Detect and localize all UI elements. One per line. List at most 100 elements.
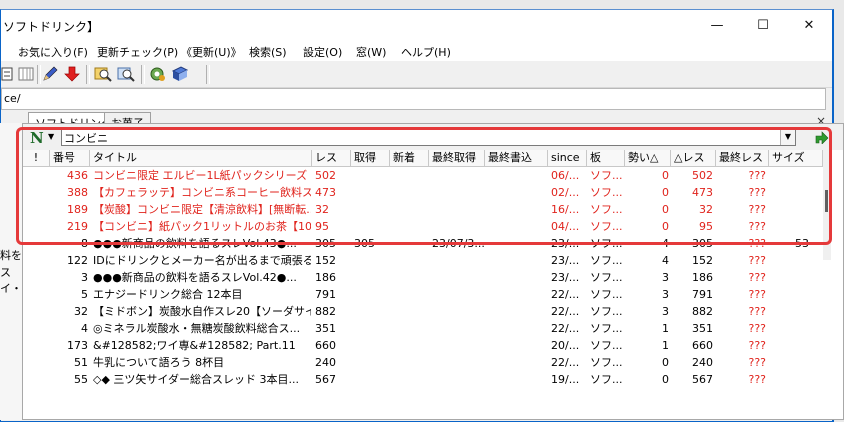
- minimize-button[interactable]: —: [694, 10, 740, 41]
- cell-pace: 0: [662, 373, 669, 386]
- cell-delta-res: 473: [692, 186, 713, 199]
- table-row[interactable]: 219 【コンビニ】紙パック1リットルのお茶【105円】 95 04/... ソフ...…: [23, 218, 823, 235]
- arrow-down-icon[interactable]: [63, 65, 81, 83]
- filter-dropdown-arrow[interactable]: ▼: [780, 129, 795, 145]
- menu-update-check[interactable]: 更新チェック(P): [97, 44, 178, 60]
- table-row[interactable]: 173 &#128582;ワイ専&#128582; Part.11 660 20/..…: [23, 337, 823, 354]
- filter-input[interactable]: コンビニ ▼: [61, 128, 796, 146]
- cell-board: ソフ...: [590, 271, 623, 284]
- cell-res: 305: [315, 237, 336, 250]
- cell-last-get: [432, 304, 484, 320]
- col-last-get[interactable]: 最終取得: [429, 150, 485, 166]
- col-title[interactable]: タイトル: [90, 150, 312, 166]
- cell-delta-res: 660: [692, 339, 713, 352]
- menu-window[interactable]: 窓(W): [356, 44, 386, 60]
- columns-icon[interactable]: [17, 65, 35, 83]
- cell-number: 173: [67, 339, 88, 352]
- cell-delta-res: 240: [692, 356, 713, 369]
- menu-bar: お気に入り(F) 更新チェック(P) 《更新(U)》 検索(S) 設定(O) 窓…: [1, 41, 832, 61]
- left-item-label[interactable]: スイ・: [0, 264, 22, 296]
- table-row[interactable]: 3 ●●●新商品の飲料を語るスレVol.42●... 186 23/... ソフ... 3…: [23, 269, 823, 286]
- cell-size: [769, 304, 809, 320]
- cell-number: 122: [67, 254, 88, 267]
- cell-get: [354, 219, 378, 235]
- cell-get: [354, 355, 378, 371]
- vertical-scrollbar[interactable]: [823, 150, 831, 260]
- cell-new: [393, 168, 417, 184]
- book-icon[interactable]: [171, 65, 189, 83]
- col-flag[interactable]: !: [23, 150, 50, 166]
- cell-get: [354, 304, 378, 320]
- cell-last-get: [432, 185, 484, 201]
- cell-get: [354, 270, 378, 286]
- cell-number: 189: [67, 203, 88, 216]
- address-bar[interactable]: ce/: [1, 88, 826, 110]
- cell-title: ◇◆ 三ツ矢サイダー総合スレッド 3本目...: [93, 373, 299, 386]
- cell-number: 32: [74, 305, 88, 318]
- col-get[interactable]: 取得: [351, 150, 390, 166]
- cell-last-res: ???: [748, 288, 766, 301]
- cell-pace: 0: [662, 203, 669, 216]
- cell-last-res: ???: [748, 254, 766, 267]
- col-new[interactable]: 新着: [390, 150, 429, 166]
- pencil-icon[interactable]: [41, 65, 59, 83]
- menu-settings[interactable]: 設定(O): [303, 44, 342, 60]
- cell-board: ソフ...: [590, 356, 623, 369]
- toolbar: [1, 62, 832, 88]
- table-row[interactable]: 122 IDにドリンクとメーカー名が出るまで頑張るス... 152 23/... ソフ.…: [23, 252, 823, 269]
- search-board-icon[interactable]: [117, 65, 135, 83]
- cell-delta-res: 502: [692, 169, 713, 182]
- close-button[interactable]: ✕: [786, 10, 832, 41]
- col-last-res[interactable]: 最終レス: [716, 150, 769, 166]
- left-item-label[interactable]: 料を: [0, 247, 22, 263]
- cell-size: [769, 372, 809, 388]
- left-tree-pane: 料を スイ・: [0, 123, 22, 420]
- col-res[interactable]: レス: [312, 150, 351, 166]
- n-logo-icon[interactable]: N: [30, 129, 44, 147]
- cell-res: 351: [315, 322, 336, 335]
- cell-size: [769, 253, 809, 269]
- table-row[interactable]: 4 ◎ミネラル炭酸水・無糖炭酸飲料総合ス... 351 22/... ソフ... 1 351…: [23, 320, 823, 337]
- cell-delta-res: 95: [699, 220, 713, 233]
- col-board[interactable]: 板: [587, 150, 625, 166]
- table-row[interactable]: 5 エナジードリンク総合 12本目 791 22/... ソフ... 3 791???: [23, 286, 823, 303]
- table-row[interactable]: 189 【炭酸】コンビニ限定【清涼飲料】[無断転... 32 16/... ソフ... 0…: [23, 201, 823, 218]
- settings-icon[interactable]: [149, 65, 167, 83]
- cell-res: 95: [315, 220, 329, 233]
- table-row[interactable]: 32 【ミドボン】炭酸水自作スレ20【ソーダサイフ... 882 22/... ソフ..…: [23, 303, 823, 320]
- cell-last-res: ???: [748, 271, 766, 284]
- table-row[interactable]: 51 牛乳について語ろう 8杯目 240 22/... ソフ... 0 240???: [23, 354, 823, 371]
- logo-dropdown-icon[interactable]: ▼: [48, 132, 54, 141]
- cell-title: ◎ミネラル炭酸水・無糖炭酸飲料総合ス...: [93, 322, 301, 335]
- search-thread-icon[interactable]: [94, 65, 112, 83]
- scrollbar-thumb[interactable]: [825, 190, 828, 212]
- col-delta-res[interactable]: △レス: [671, 150, 716, 166]
- go-arrow-icon[interactable]: [813, 128, 829, 144]
- table-row[interactable]: 436 コンビニ限定 エルビー1L紙パックシリーズ 502 06/... ソフ... 0 5…: [23, 167, 823, 184]
- menu-favorites[interactable]: お気に入り(F): [18, 44, 88, 60]
- col-size[interactable]: サイズ: [769, 150, 823, 166]
- col-since[interactable]: since: [548, 150, 587, 166]
- cell-board: ソフ...: [590, 186, 623, 199]
- cell-size: [769, 321, 809, 337]
- menu-update[interactable]: 《更新(U)》: [181, 44, 242, 60]
- col-pace[interactable]: 勢い△: [625, 150, 671, 166]
- cell-board: ソフ...: [590, 220, 623, 233]
- table-row[interactable]: 388 【カフェラッテ】コンビニ系コーヒー飲料スレ【¥130】 473 02/... ソ…: [23, 184, 823, 201]
- cell-get: [354, 168, 378, 184]
- cell-pace: 3: [662, 305, 669, 318]
- cell-pace: 0: [662, 169, 669, 182]
- table-row[interactable]: 55 ◇◆ 三ツ矢サイダー総合スレッド 3本目... 567 19/... ソフ... 0…: [23, 371, 823, 388]
- menu-search[interactable]: 検索(S): [249, 44, 287, 60]
- menu-help[interactable]: ヘルプ(H): [401, 44, 451, 60]
- col-last-post[interactable]: 最終書込: [485, 150, 548, 166]
- cell-res: 882: [315, 305, 336, 318]
- cell-new: [393, 287, 417, 303]
- maximize-button[interactable]: ☐: [740, 10, 786, 41]
- cell-delta-res: 32: [699, 203, 713, 216]
- cell-number: 5: [81, 288, 88, 301]
- cell-since: 22/...: [551, 356, 580, 369]
- col-number[interactable]: 番号: [50, 150, 90, 166]
- cell-last-get: [432, 321, 484, 337]
- table-row[interactable]: 8 ●●●新商品の飲料を語るスレVol.43●... 305 305 23/07/3..…: [23, 235, 823, 252]
